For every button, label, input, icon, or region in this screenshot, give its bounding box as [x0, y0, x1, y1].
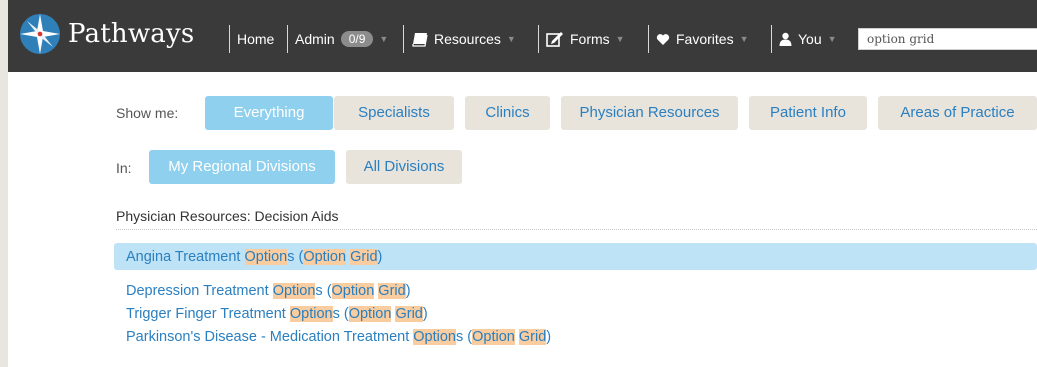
filter-specialists[interactable]: Specialists: [334, 96, 454, 130]
nav-admin-label: Admin: [295, 31, 335, 47]
show-me-label: Show me:: [116, 105, 179, 121]
result-text: Trigger Finger Treatment Options (Option…: [126, 306, 428, 322]
nav-separator: [287, 25, 288, 53]
division-all[interactable]: All Divisions: [346, 150, 462, 184]
section-divider: [116, 229, 1037, 230]
brand-name: Pathways: [68, 19, 195, 49]
search-match-highlight: Option: [348, 306, 392, 322]
chevron-down-icon: ▼: [506, 34, 516, 44]
chevron-down-icon: ▼: [615, 34, 625, 44]
result-link-angina[interactable]: Angina Treatment Options (Option Grid): [126, 249, 382, 265]
filter-physician-resources[interactable]: Physician Resources: [561, 96, 738, 130]
in-label: In:: [116, 160, 132, 176]
search-match-highlight: Grid: [395, 306, 423, 322]
filter-patient-info[interactable]: Patient Info: [749, 96, 867, 130]
result-text: Depression Treatment Options (Option Gri…: [126, 283, 411, 299]
nav-separator: [538, 25, 539, 53]
nav-forms[interactable]: Forms ▼: [546, 27, 625, 51]
search-match-highlight: Grid: [378, 283, 406, 299]
nav-favorites-label: Favorites: [676, 31, 734, 47]
book-icon: [412, 32, 428, 47]
search-match-highlight: Option: [472, 329, 515, 345]
nav-resources[interactable]: Resources ▼: [412, 27, 516, 51]
top-navbar: Pathways Home Admin 0/9 ▼ Resources ▼ Fo…: [8, 0, 1037, 72]
search-match-highlight: Grid: [350, 249, 378, 265]
nav-separator: [229, 25, 230, 53]
search-match-highlight: Grid: [518, 329, 547, 345]
nav-home-label: Home: [237, 31, 275, 47]
nav-admin[interactable]: Admin 0/9 ▼: [295, 27, 388, 51]
compass-star-icon: [18, 12, 62, 56]
search-match-highlight: Option: [303, 249, 347, 265]
search-input[interactable]: [858, 28, 1037, 50]
nav-you-label: You: [798, 31, 822, 47]
nav-home[interactable]: Home: [237, 27, 274, 51]
nav-forms-label: Forms: [570, 31, 610, 47]
results-section-heading: Physician Resources: Decision Aids: [116, 208, 339, 224]
result-link-parkinsons[interactable]: Parkinson's Disease - Medication Treatme…: [126, 329, 551, 345]
chevron-down-icon: ▼: [827, 34, 837, 44]
filter-everything[interactable]: Everything: [205, 96, 333, 130]
nav-favorites[interactable]: Favorites ▼: [656, 27, 749, 51]
filter-areas-of-practice[interactable]: Areas of Practice: [878, 96, 1037, 130]
nav-separator: [403, 25, 404, 53]
chevron-down-icon: ▼: [379, 34, 389, 44]
chevron-down-icon: ▼: [739, 34, 749, 44]
result-link-trigger-finger[interactable]: Trigger Finger Treatment Options (Option…: [126, 306, 428, 322]
search-match-highlight: Option: [413, 329, 456, 345]
nav-you[interactable]: You ▼: [779, 27, 837, 51]
search-match-highlight: Option: [289, 306, 333, 322]
brand-logo[interactable]: Pathways: [18, 12, 194, 56]
heart-icon: [656, 33, 670, 46]
result-text: Parkinson's Disease - Medication Treatme…: [126, 329, 552, 345]
result-link-depression[interactable]: Depression Treatment Options (Option Gri…: [126, 283, 411, 299]
filter-clinics[interactable]: Clinics: [465, 96, 550, 130]
nav-separator: [648, 25, 649, 53]
result-text: Angina Treatment Options (Option Grid): [126, 249, 383, 265]
search-match-highlight: Option: [272, 283, 316, 299]
edit-form-icon: [546, 31, 564, 47]
division-my-regional[interactable]: My Regional Divisions: [149, 150, 335, 184]
search-match-highlight: Option: [244, 249, 288, 265]
nav-resources-label: Resources: [434, 31, 501, 47]
admin-count-badge: 0/9: [340, 31, 374, 47]
user-icon: [779, 32, 792, 46]
search-match-highlight: Option: [331, 283, 375, 299]
nav-separator: [771, 25, 772, 53]
search-results-panel: Show me: Everything Specialists Clinics …: [8, 72, 1037, 367]
